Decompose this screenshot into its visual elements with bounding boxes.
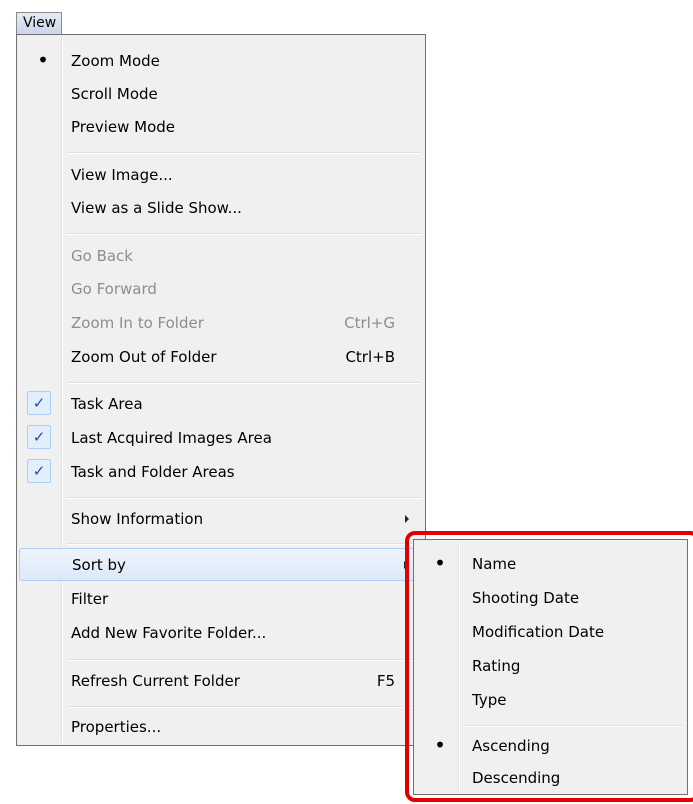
menu-separator: [67, 543, 421, 545]
shortcut-label: Ctrl+B: [345, 348, 395, 366]
annotation-highlight-box: [405, 531, 693, 802]
menu-item-label: Task Area: [71, 395, 143, 413]
shortcut-label: Ctrl+G: [344, 314, 395, 332]
menu-item-zoom-out-folder[interactable]: Zoom Out of Folder Ctrl+B: [19, 341, 423, 374]
menu-item-label: Preview Mode: [71, 118, 176, 136]
shortcut-label: F5: [376, 672, 395, 690]
menu-item-scroll-mode[interactable]: Scroll Mode: [19, 78, 423, 111]
menu-separator: [67, 233, 421, 235]
menu-item-zoom-in-folder: Zoom In to Folder Ctrl+G: [19, 307, 423, 340]
menu-item-view-slide-show[interactable]: View as a Slide Show...: [19, 192, 423, 225]
menu-item-go-back: Go Back: [19, 240, 423, 273]
menu-separator: [67, 382, 421, 384]
menu-item-preview-mode[interactable]: Preview Mode: [19, 111, 423, 144]
menu-item-label: View as a Slide Show...: [71, 199, 242, 217]
menu-item-label: Refresh Current Folder: [71, 672, 240, 690]
menu-item-label: Properties...: [71, 718, 162, 736]
menu-item-label: Sort by: [72, 556, 126, 574]
menu-item-task-folder-areas[interactable]: ✓ Task and Folder Areas: [19, 456, 423, 489]
menu-item-label: Show Information: [71, 510, 204, 528]
menu-item-label: Add New Favorite Folder...: [71, 624, 267, 642]
menu-item-sort-by[interactable]: Sort by: [19, 548, 423, 581]
menu-item-label: Zoom In to Folder: [71, 314, 204, 332]
submenu-arrow-icon: [405, 515, 409, 523]
view-menu: • Zoom Mode Scroll Mode Preview Mode Vie…: [16, 34, 426, 746]
menu-item-properties[interactable]: Properties...: [19, 711, 423, 744]
menu-item-go-forward: Go Forward: [19, 273, 423, 306]
menu-item-label: Go Back: [71, 247, 133, 265]
menu-item-label: Zoom Mode: [71, 52, 160, 70]
menu-item-view-image[interactable]: View Image...: [19, 159, 423, 192]
selected-bullet-icon: •: [37, 48, 49, 72]
menu-item-last-acquired-images-area[interactable]: ✓ Last Acquired Images Area: [19, 422, 423, 455]
menu-item-task-area[interactable]: ✓ Task Area: [19, 388, 423, 421]
menu-item-label: Zoom Out of Folder: [71, 348, 217, 366]
menu-separator: [67, 659, 421, 661]
check-icon: ✓: [27, 425, 51, 449]
menu-item-refresh-folder[interactable]: Refresh Current Folder F5: [19, 665, 423, 698]
menu-item-add-favorite-folder[interactable]: Add New Favorite Folder...: [19, 617, 423, 650]
menu-item-filter[interactable]: Filter: [19, 583, 423, 616]
menu-item-label: Task and Folder Areas: [71, 463, 235, 481]
check-icon: ✓: [27, 391, 51, 415]
menu-separator: [67, 706, 421, 708]
menu-item-show-information[interactable]: Show Information: [19, 503, 423, 536]
menu-item-label: Scroll Mode: [71, 85, 158, 103]
menu-item-label: View Image...: [71, 166, 173, 184]
menu-item-label: Filter: [71, 590, 109, 608]
menu-item-label: Go Forward: [71, 280, 157, 298]
check-icon: ✓: [27, 459, 51, 483]
menu-item-label: Last Acquired Images Area: [71, 429, 272, 447]
menu-separator: [67, 497, 421, 499]
menu-separator: [67, 152, 421, 154]
view-menu-button[interactable]: View: [16, 12, 62, 34]
menu-item-zoom-mode[interactable]: • Zoom Mode: [19, 45, 423, 78]
